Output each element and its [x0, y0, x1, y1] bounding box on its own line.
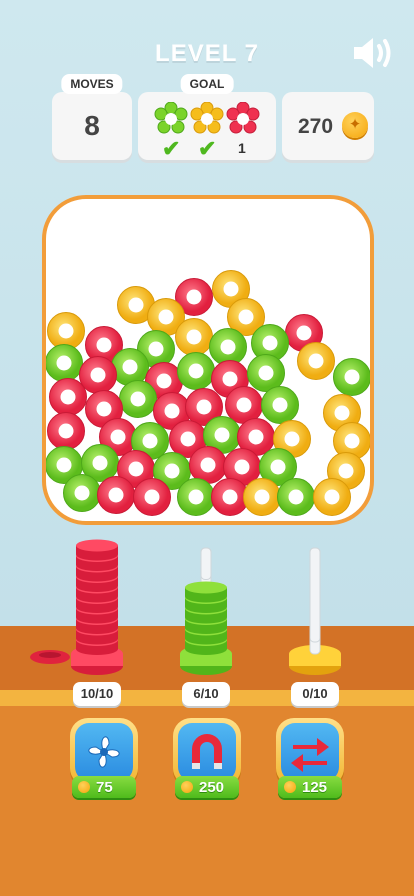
coin-icon: [284, 781, 296, 793]
green-stack-count: 6/10: [182, 682, 230, 706]
ring-green: [111, 348, 149, 386]
ring-yellow: [333, 422, 370, 460]
ring-pile: [46, 270, 370, 516]
ring-green: [177, 478, 215, 516]
ring-green: [46, 344, 83, 382]
ring-yellow: [243, 478, 281, 516]
yellow-peg-tip: [309, 547, 321, 643]
points-value: 270: [298, 115, 334, 138]
ring-red: [225, 386, 263, 424]
yellow-stack-count: 0/10: [291, 682, 339, 706]
goal-yellow-ring-icon: [190, 102, 224, 134]
ring-green: [247, 354, 285, 392]
green-peg-tip: [200, 547, 212, 580]
red-peg: [71, 539, 123, 675]
ring-green: [119, 380, 157, 418]
ring-green: [137, 330, 175, 368]
moves-card: MOVES 8: [52, 74, 132, 160]
ring-green: [251, 324, 289, 362]
ring-yellow: [147, 298, 185, 336]
ring-green: [81, 444, 119, 482]
coin-icon: [342, 112, 368, 138]
coin-icon: [181, 781, 193, 793]
ring-yellow: [227, 298, 265, 336]
ring-green: [177, 352, 215, 390]
ring-yellow: [313, 478, 351, 516]
ring-red: [117, 450, 155, 488]
swap-arrows-icon: [291, 738, 329, 772]
magnet-price-button[interactable]: 250: [175, 776, 239, 798]
red-stack-count: 10/10: [73, 682, 121, 706]
ring-red: [223, 448, 261, 486]
ring-green: [259, 448, 297, 486]
ring-red: [185, 388, 223, 426]
yellow-peg: [289, 547, 341, 675]
points-card: 270: [282, 92, 374, 160]
ring-green: [153, 452, 191, 490]
ring-red: [237, 418, 275, 456]
magnet-icon: [192, 734, 222, 769]
ring-red: [99, 418, 137, 456]
goal-yellow-check-icon: ✔: [198, 136, 217, 161]
goal-label: GOAL: [180, 74, 234, 94]
ring-red: [189, 446, 227, 484]
ring-red: [79, 356, 117, 394]
fan-price-button[interactable]: 75: [72, 776, 136, 798]
ring-green: [277, 478, 315, 516]
ring-red: [85, 326, 123, 364]
green-peg: [180, 547, 232, 675]
ring-yellow: [47, 312, 85, 350]
ring-green: [63, 474, 101, 512]
ring-red: [49, 378, 87, 416]
ring-green: [209, 328, 247, 366]
ring-red: [133, 478, 171, 516]
ring-yellow: [297, 342, 335, 380]
swap-price: 125: [302, 779, 328, 796]
red-stack-ring-top: [76, 539, 118, 552]
fan-price: 75: [96, 779, 113, 796]
ring-red: [145, 362, 183, 400]
ring-green: [333, 358, 370, 396]
ring-green: [203, 416, 241, 454]
green-stack-ring-top: [185, 581, 227, 594]
moves-value: 8: [84, 110, 100, 141]
pegs-area: [30, 539, 341, 675]
goal-card: GOAL ✔ ✔ 1: [138, 74, 276, 161]
ring-red: [97, 476, 135, 514]
ring-yellow: [273, 420, 311, 458]
ring-red: [47, 412, 85, 450]
ring-green: [46, 446, 83, 484]
ring-green: [261, 386, 299, 424]
ring-yellow: [117, 286, 155, 324]
goal-red-ring-icon: [226, 102, 260, 134]
ring-red: [85, 390, 123, 428]
ring-red: [211, 478, 249, 516]
fan-icon: [88, 736, 120, 768]
ring-container[interactable]: [42, 195, 374, 525]
goal-green-check-icon: ✔: [162, 136, 181, 161]
goal-red-remaining: 1: [238, 140, 246, 156]
ring-red: [175, 278, 213, 316]
ring-red: [169, 420, 207, 458]
ring-green: [131, 422, 169, 460]
magnet-price: 250: [199, 779, 225, 796]
swap-price-button[interactable]: 125: [278, 776, 342, 798]
coin-icon: [78, 781, 90, 793]
ring-red: [153, 392, 191, 430]
goal-green-ring-icon: [154, 102, 188, 134]
ring-yellow: [212, 270, 250, 308]
ring-yellow: [175, 318, 213, 356]
moves-label: MOVES: [61, 74, 123, 94]
sound-icon[interactable]: [350, 34, 396, 72]
ring-red: [285, 314, 323, 352]
